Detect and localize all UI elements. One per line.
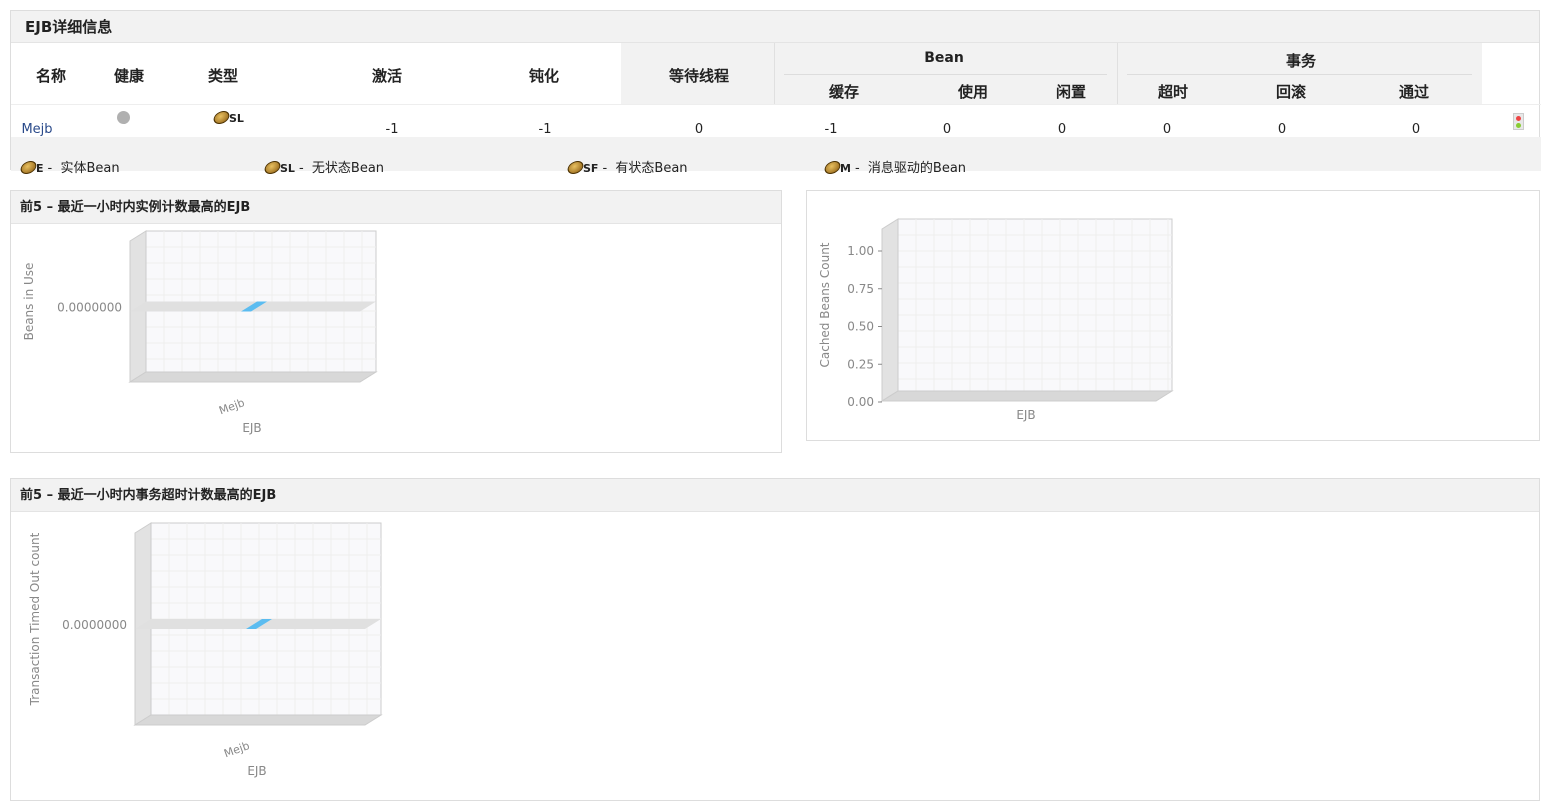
- chart-0: Mejb 0.0000000 Beans in Use EJB: [22, 230, 378, 435]
- y-axis-title: Cached Beans Count: [818, 242, 832, 367]
- x-axis-title: EJB: [247, 764, 266, 778]
- chart-2: Mejb 0.0000000 Transaction Timed Out count…: [28, 522, 383, 778]
- y-tick-label: 0.0000000: [57, 301, 122, 315]
- y-axis-title: Transaction Timed Out count: [28, 532, 42, 706]
- chart-floor: [133, 714, 383, 726]
- y-axis-title: Beans in Use: [22, 263, 36, 341]
- y-tick-label: 0.0000000: [62, 618, 127, 632]
- y-tick-label: 0.25: [847, 357, 874, 371]
- x-axis-title: EJB: [242, 421, 261, 435]
- y-tick-label: 1.00: [847, 244, 874, 258]
- chart-back-wall: [897, 218, 1173, 392]
- y-tick-label: 0.75: [847, 282, 874, 296]
- y-tick-label: 0.00: [847, 395, 874, 409]
- chart-left-wall: [881, 218, 899, 402]
- charts-layer: Mejb 0.0000000 Beans in Use EJB 0.00 0.25 0.50…: [22, 218, 1174, 778]
- x-tick-label: Mejb: [222, 739, 251, 760]
- chart-floor: [880, 390, 1174, 402]
- x-tick-label: Mejb: [217, 396, 246, 417]
- y-tick-label: 0.50: [847, 320, 874, 334]
- chart-floor: [128, 371, 378, 383]
- chart-1: 0.00 0.25 0.50 0.75 1.00 Cached Beans Count EJ…: [818, 218, 1174, 422]
- x-axis-title: EJB: [1016, 408, 1035, 422]
